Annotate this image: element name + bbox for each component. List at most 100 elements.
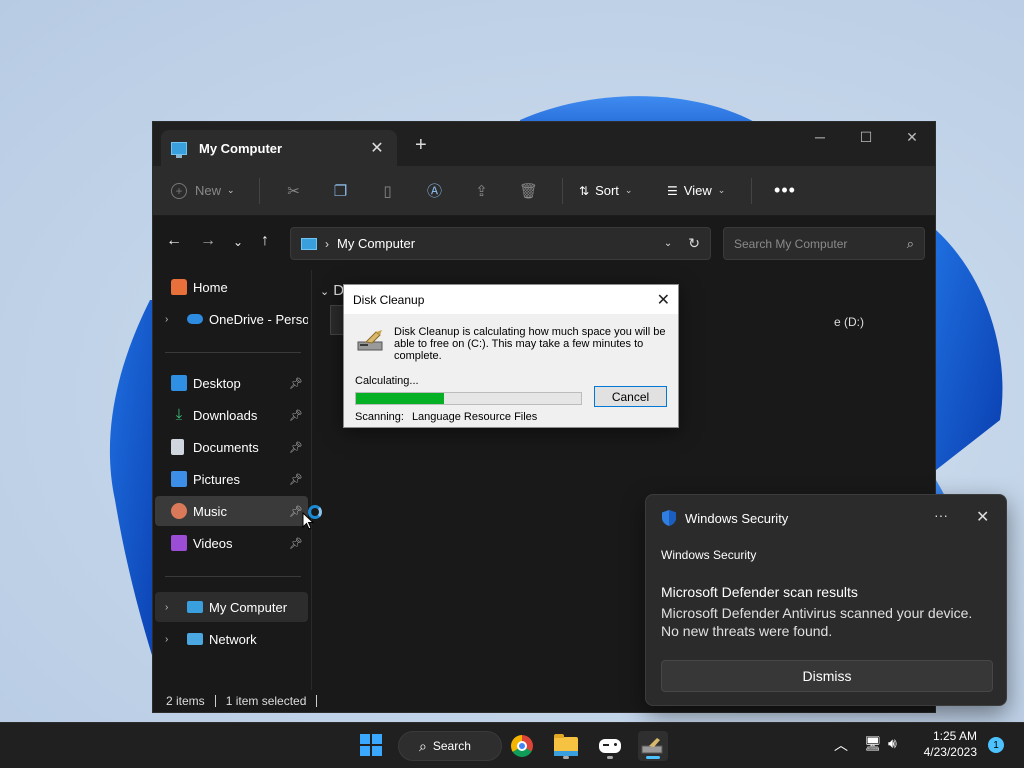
chrome-app[interactable]	[507, 731, 537, 761]
network-status-icon[interactable]: 🖥︎	[864, 735, 882, 752]
progress-fill	[356, 393, 444, 404]
clock[interactable]: 1:25 AM 4/23/2023	[921, 728, 977, 760]
windows-security-notification[interactable]: Windows Security ··· ✕ Windows Security …	[645, 494, 1007, 706]
group-header[interactable]: ⌄ D	[320, 282, 344, 299]
document-icon	[171, 439, 184, 455]
show-hidden-icons-chevron-icon[interactable]: ︿	[834, 735, 848, 755]
paste-button[interactable]: ▯	[364, 175, 411, 207]
dismiss-button[interactable]: Dismiss	[661, 660, 993, 692]
view-icon: ☰	[667, 183, 678, 198]
busy-spinner-icon	[308, 505, 322, 519]
new-button[interactable]: + New ⌄	[171, 175, 249, 207]
pin-icon[interactable]: 📌︎	[288, 441, 304, 454]
navigation-pane: Home › OneDrive - Persona Desktop 📌︎ ⤓ D…	[153, 270, 311, 680]
folder-icon	[554, 733, 578, 756]
sidebar-item-onedrive[interactable]: › OneDrive - Persona	[155, 304, 308, 334]
sidebar-item-label: OneDrive - Persona	[209, 311, 308, 327]
desktop-icon	[171, 375, 187, 391]
item-count: 2 items	[166, 694, 205, 708]
cancel-button[interactable]: Cancel	[594, 386, 667, 407]
share-button[interactable]: ⇪	[458, 175, 505, 207]
drive-d-label[interactable]: e (D:)	[834, 315, 864, 329]
sidebar-item-my-computer[interactable]: › My Computer	[155, 592, 308, 622]
sidebar-item-music[interactable]: Music 📌︎	[155, 496, 308, 526]
chevron-down-icon: ⌄	[624, 185, 633, 195]
sidebar-item-label: Downloads	[193, 407, 258, 423]
chevron-down-icon: ⌄	[717, 185, 726, 195]
refresh-icon[interactable]: ↻	[688, 235, 700, 252]
pin-icon[interactable]: 📌︎	[288, 473, 304, 486]
cut-button[interactable]: ✂	[270, 175, 317, 207]
see-more-button[interactable]: •••	[762, 175, 808, 207]
sort-button[interactable]: ⇅ Sort ⌄	[573, 175, 661, 207]
taskbar-search[interactable]: ⌕ Search	[398, 731, 502, 761]
status-divider	[214, 695, 216, 707]
selection-count: 1 item selected	[225, 694, 307, 708]
chevron-down-icon[interactable]: ⌄	[664, 238, 672, 249]
sidebar-divider	[165, 352, 301, 353]
search-input[interactable]	[734, 236, 907, 251]
pin-icon[interactable]: 📌︎	[288, 409, 304, 422]
recent-locations-chevron-icon[interactable]: ⌄	[233, 235, 243, 249]
close-window-button[interactable]: ✕	[889, 122, 935, 152]
chevron-down-icon: ⌄	[227, 185, 235, 195]
sidebar-item-videos[interactable]: Videos 📌︎	[155, 528, 308, 558]
expand-chevron-icon[interactable]: ›	[165, 602, 179, 613]
minimize-button[interactable]: ─	[797, 122, 843, 152]
rename-button[interactable]: Ⓐ	[411, 175, 458, 207]
search-box[interactable]: ⌕	[723, 227, 925, 260]
new-label: New	[195, 183, 222, 198]
sidebar-item-documents[interactable]: Documents 📌︎	[155, 432, 308, 462]
sidebar-item-pictures[interactable]: Pictures 📌︎	[155, 464, 308, 494]
plus-icon: +	[171, 182, 187, 199]
disk-cleanup-dialog: Disk Cleanup ✕ Disk Cleanup is calculati…	[343, 284, 679, 428]
pin-icon[interactable]: 📌︎	[288, 537, 304, 550]
notification-source: Windows Security	[661, 548, 757, 562]
back-arrow-icon[interactable]: ←	[166, 232, 182, 250]
maximize-button[interactable]: ☐	[843, 122, 889, 152]
disk-cleanup-icon	[641, 738, 663, 754]
windows-logo-icon	[372, 746, 382, 756]
view-button[interactable]: ☰ View ⌄	[661, 175, 741, 207]
search-label: Search	[432, 739, 471, 753]
sort-label: Sort	[595, 183, 619, 198]
sidebar-item-home[interactable]: Home	[155, 272, 308, 302]
notification-count-badge[interactable]: 1	[988, 737, 1004, 753]
close-icon[interactable]: ✕	[657, 290, 670, 310]
pin-icon[interactable]: 📌︎	[288, 377, 304, 390]
address-bar[interactable]: › My Computer ⌄ ↻	[290, 227, 711, 260]
chrome-icon	[511, 735, 533, 757]
file-explorer-app[interactable]	[551, 731, 581, 761]
title-bar: My Computer ✕ + ─ ☐ ✕	[153, 122, 935, 166]
gamepad-app[interactable]	[595, 731, 625, 761]
volume-icon[interactable]: 🔊︎	[888, 735, 897, 752]
breadcrumb-separator-icon: ›	[325, 236, 329, 251]
notification-header: Windows Security	[661, 509, 788, 527]
sidebar-item-network[interactable]: › Network	[155, 624, 308, 654]
disk-cleanup-app[interactable]	[638, 731, 668, 761]
tab-my-computer[interactable]: My Computer ✕	[161, 130, 397, 166]
expand-chevron-icon[interactable]: ›	[165, 634, 179, 645]
start-button[interactable]	[360, 734, 382, 756]
address-path: My Computer	[337, 236, 416, 251]
copy-button[interactable]: ❐	[317, 175, 364, 207]
close-icon[interactable]: ✕	[976, 507, 989, 527]
expand-chevron-icon[interactable]: ›	[165, 314, 179, 325]
sidebar-item-label: Home	[193, 279, 228, 295]
search-icon: ⌕	[906, 235, 914, 251]
more-options-icon[interactable]: ···	[934, 507, 948, 523]
notification-title: Microsoft Defender scan results	[661, 584, 858, 600]
sidebar-item-label: Documents	[193, 439, 259, 455]
up-arrow-icon[interactable]: ↑	[261, 232, 269, 250]
sidebar-divider	[165, 576, 301, 577]
delete-button[interactable]: 🗑︎	[505, 175, 552, 207]
network-icon	[187, 633, 203, 645]
close-tab-icon[interactable]: ✕	[367, 138, 387, 158]
sort-icon: ⇅	[579, 183, 590, 198]
sidebar-item-desktop[interactable]: Desktop 📌︎	[155, 368, 308, 398]
sidebar-item-downloads[interactable]: ⤓ Downloads 📌︎	[155, 400, 308, 430]
new-tab-button[interactable]: +	[415, 134, 427, 157]
chevron-down-icon: ⌄	[320, 286, 330, 298]
forward-arrow-icon[interactable]: →	[200, 232, 216, 250]
dialog-message: Disk Cleanup is calculating how much spa…	[394, 326, 666, 362]
